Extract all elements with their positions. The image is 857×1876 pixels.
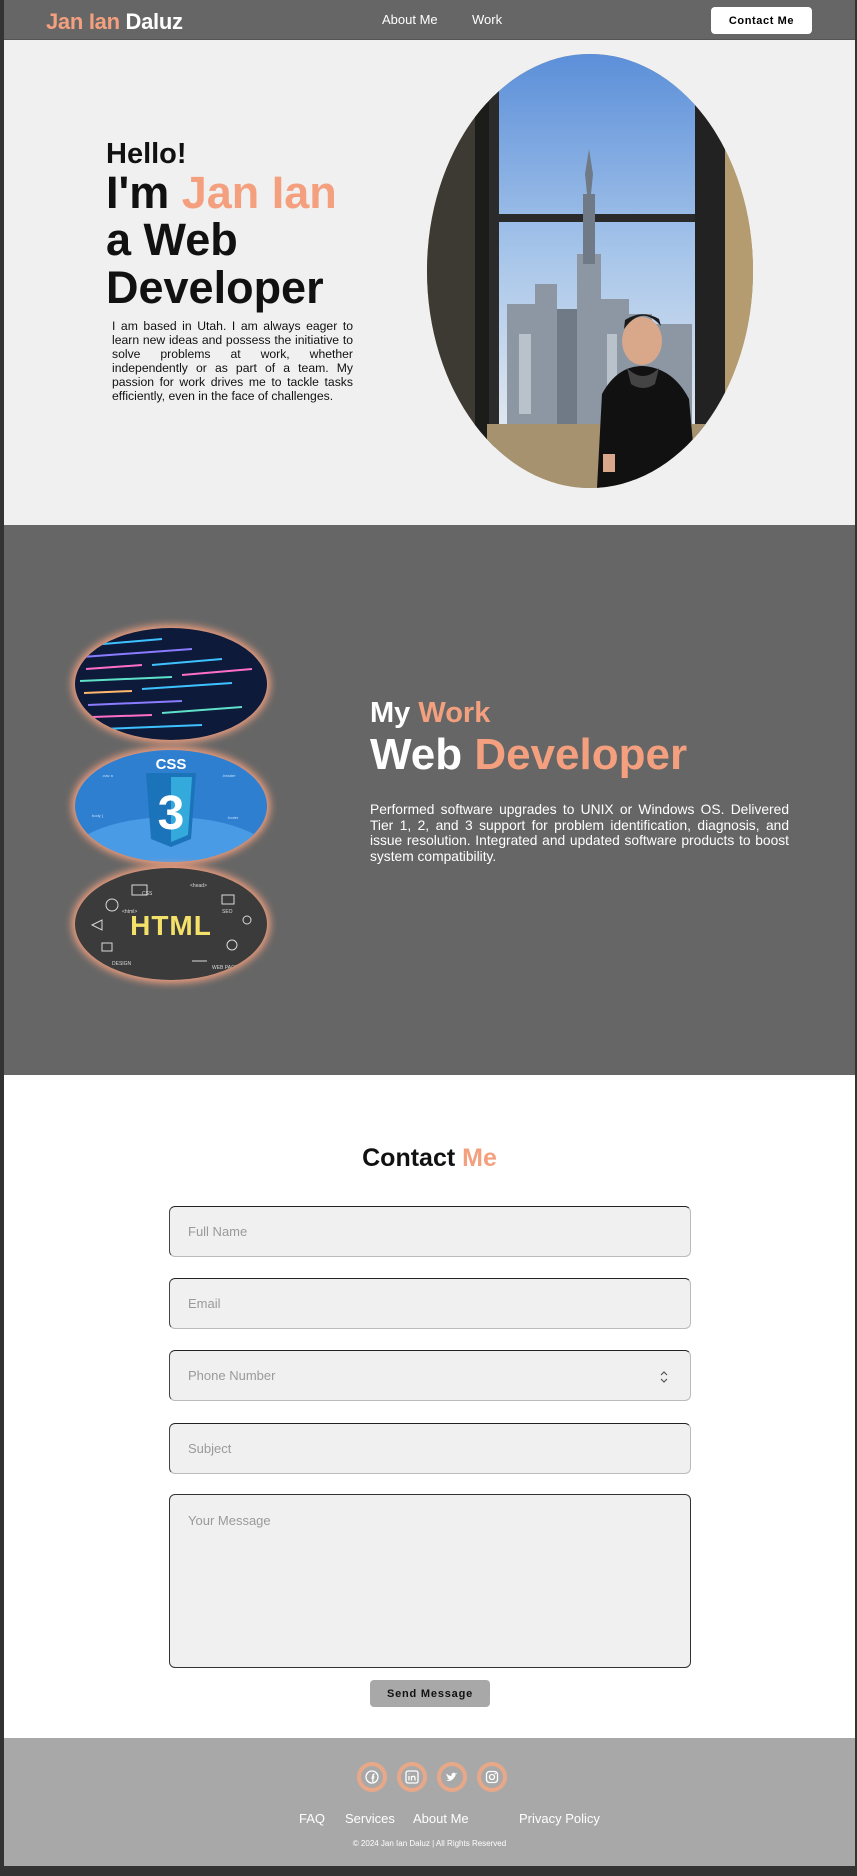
phone-number-field[interactable] — [169, 1350, 691, 1401]
css3-logo-image: .nav a .header body { .footer CSS 3 — [72, 747, 270, 865]
css-label: CSS — [156, 756, 187, 773]
logo-first-name: Jan Ian — [46, 9, 120, 34]
hero-intro-prefix: I'm — [106, 167, 170, 218]
footer-link-services[interactable]: Services — [345, 1811, 395, 1826]
portrait-photo — [427, 54, 753, 488]
work-description: Performed software upgrades to UNIX or W… — [370, 802, 789, 864]
svg-text:DESIGN: DESIGN — [112, 961, 132, 967]
work-title: Web Developer — [370, 730, 687, 780]
nav-link-about-me[interactable]: About Me — [382, 12, 438, 27]
svg-text:CSS: CSS — [142, 891, 153, 897]
contact-title: Contact Me — [4, 1144, 855, 1173]
svg-text:body {: body { — [92, 813, 104, 818]
hero-name: Jan Ian — [181, 167, 337, 218]
facebook-icon[interactable] — [357, 1762, 387, 1792]
html-label: HTML — [130, 910, 212, 941]
work-title-highlight: Developer — [474, 730, 688, 779]
contact-section: Contact Me Send Message — [4, 1075, 855, 1738]
work-title-prefix: Web — [370, 730, 463, 779]
contact-title-prefix: Contact — [362, 1144, 456, 1172]
svg-text:<head>: <head> — [190, 883, 207, 889]
nav-link-work[interactable]: Work — [472, 12, 502, 27]
message-field[interactable] — [169, 1494, 691, 1668]
hero-intro: I'm Jan Ian — [106, 168, 337, 218]
html-doodle-image: <html><head> DESIGNWEB PAGE SEOCSS HTML — [72, 865, 270, 983]
svg-text:SEO: SEO — [222, 909, 233, 915]
instagram-icon[interactable] — [477, 1762, 507, 1792]
site-logo[interactable]: Jan Ian Daluz — [46, 9, 183, 35]
thumbnail-html: <html> <head> DESIGN WEB PAGE SEO CSS HTML — [72, 865, 270, 983]
svg-text:3: 3 — [158, 787, 185, 840]
logo-last-name: Daluz — [125, 9, 183, 34]
footer: FAQ Services About Me Privacy Policy © 2… — [4, 1738, 855, 1866]
contact-me-button[interactable]: Contact Me — [711, 7, 812, 34]
phone-spinner-icon[interactable] — [659, 1370, 669, 1384]
footer-link-privacy-policy[interactable]: Privacy Policy — [519, 1811, 600, 1826]
footer-link-faq[interactable]: FAQ — [299, 1811, 325, 1826]
hero-section: Hello! I'm Jan Ian a Web Developer I am … — [4, 40, 855, 525]
work-heading-prefix: My — [370, 697, 411, 729]
full-name-field[interactable] — [169, 1206, 691, 1257]
work-heading: My Work — [370, 697, 490, 730]
page-frame: Jan Ian Daluz About Me Work Contact Me H… — [4, 0, 855, 1866]
subject-field[interactable] — [169, 1423, 691, 1474]
contact-title-highlight: Me — [462, 1144, 497, 1172]
hero-bio: I am based in Utah. I am always eager to… — [112, 319, 353, 403]
svg-text:.nav a: .nav a — [102, 773, 114, 778]
footer-link-about-me[interactable]: About Me — [413, 1811, 469, 1826]
copyright-text: © 2024 Jan Ian Daluz | All Rights Reserv… — [352, 1839, 507, 1848]
linkedin-icon[interactable] — [397, 1762, 427, 1792]
thumbnail-code-screen — [72, 625, 270, 743]
svg-text:.header: .header — [222, 773, 236, 778]
svg-text:.footer: .footer — [227, 815, 239, 820]
work-heading-highlight: Work — [418, 697, 491, 729]
email-field[interactable] — [169, 1278, 691, 1329]
navbar: Jan Ian Daluz About Me Work Contact Me — [4, 0, 855, 40]
code-screen-image — [72, 625, 270, 743]
twitter-icon[interactable] — [437, 1762, 467, 1792]
thumbnail-css3: .nav a .header body { .footer CSS 3 — [72, 747, 270, 865]
work-section: .nav a .header body { .footer CSS 3 <html… — [4, 525, 855, 1075]
hero-role: a Web Developer — [106, 214, 324, 313]
send-message-button[interactable]: Send Message — [370, 1680, 490, 1707]
